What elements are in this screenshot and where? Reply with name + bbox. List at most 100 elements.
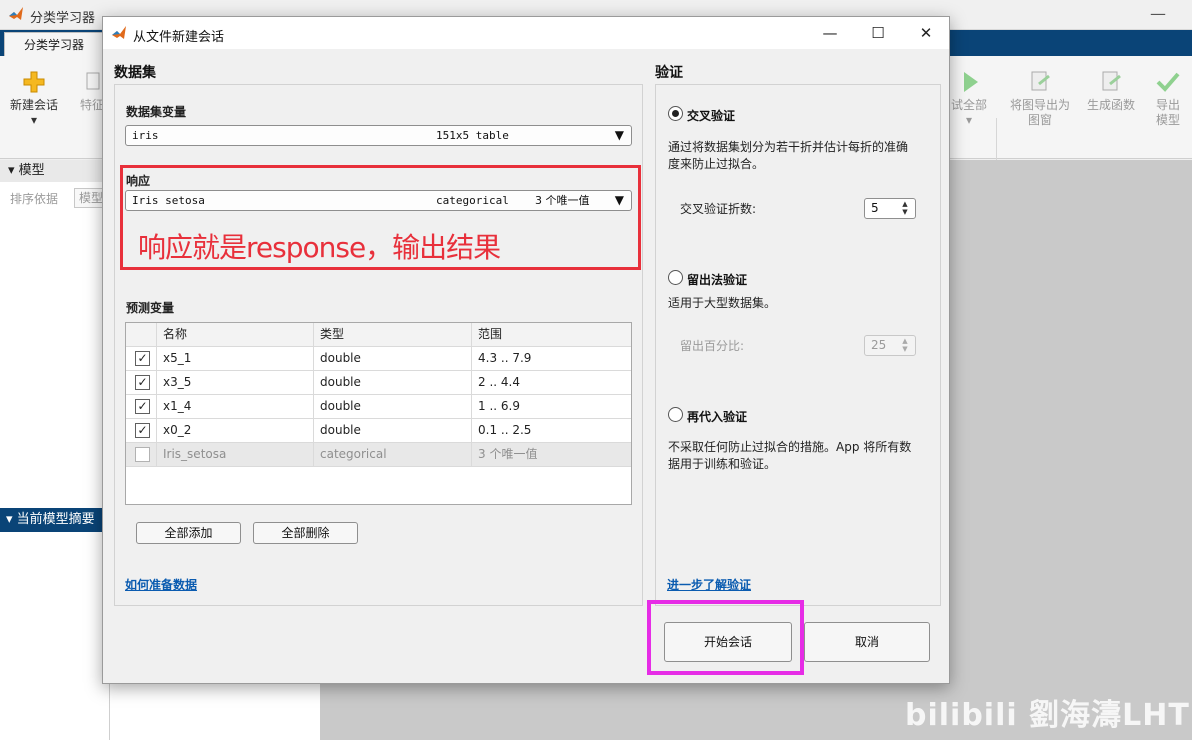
minimize-button[interactable]: — (815, 23, 845, 43)
predictor-type: categorical (314, 443, 472, 466)
holdout-pct-label: 留出百分比: (680, 339, 745, 353)
dataset-variable-label: 数据集变量 (126, 105, 187, 119)
dataset-info: 151x5 table (436, 129, 509, 142)
predictor-checkbox[interactable]: ✓ (135, 423, 150, 438)
watermark: bilibili 劉海濤LHT (905, 698, 1190, 733)
start-highlight-box (647, 600, 804, 675)
prepare-data-link[interactable]: 如何准备数据 (125, 576, 197, 593)
resubstitution-radio[interactable] (668, 407, 683, 422)
column-header-range[interactable]: 范围 (472, 323, 631, 346)
spinner-arrows-icon: ▲ ▼ (902, 337, 908, 353)
tab-classification-learner[interactable]: 分类学习器 (4, 32, 104, 58)
predictor-checkbox[interactable]: ✓ (135, 351, 150, 366)
predictor-checkbox[interactable]: ✓ (135, 375, 150, 390)
cv-folds-value: 5 (871, 201, 879, 215)
holdout-radio[interactable] (668, 270, 683, 285)
models-header-label: 模型 (18, 163, 45, 178)
resubstitution-description: 不采取任何防止过拟合的措施。App 将所有数据用于训练和验证。 (668, 440, 912, 471)
predictor-range: 1 .. 6.9 (478, 399, 520, 413)
holdout-pct-value: 25 (871, 338, 887, 352)
checkbox-column-header (126, 323, 157, 346)
app-title: 分类学习器 (30, 11, 96, 26)
predictor-checkbox[interactable]: ✓ (135, 399, 150, 414)
predictor-type: double (314, 371, 472, 394)
resubstitution-label: 再代入验证 (687, 410, 748, 424)
cross-validation-description: 通过将数据集划分为若干折并估计每折的准确度来防止过拟合。 (668, 140, 909, 171)
checkbox-cell: ✓ (126, 371, 157, 394)
holdout-label: 留出法验证 (687, 273, 748, 287)
dataset-header: 数据集 (114, 65, 156, 81)
dropdown-arrow-icon: ▾ (30, 113, 38, 127)
collapse-icon: ▾ (8, 163, 15, 178)
annotation-text: 响应就是response，输出结果 (138, 231, 501, 264)
predictor-name: x0_2 (157, 419, 314, 442)
column-header-name[interactable]: 名称 (157, 323, 314, 346)
table-row: ✓ x3_5 double 2 .. 4.4 (126, 371, 631, 395)
train-all-button[interactable]: 试全部 ▾ (948, 70, 990, 128)
add-all-button[interactable]: 全部添加 (136, 522, 241, 544)
dropdown-arrow-icon: ▾ (965, 113, 973, 127)
close-button[interactable]: ✕ (911, 23, 941, 43)
predictor-type: double (314, 419, 472, 442)
table-row: ✓ x0_2 double 0.1 .. 2.5 (126, 419, 631, 443)
matlab-logo-icon (9, 7, 23, 20)
predictor-type: double (314, 395, 472, 418)
holdout-pct-spinner: 25 ▲ ▼ (864, 335, 916, 356)
predictor-range: 3 个唯一值 (478, 447, 538, 461)
summary-header-label: 当前模型摘要 (16, 512, 95, 527)
checkmark-icon (1156, 72, 1180, 92)
dataset-variable-dropdown[interactable]: iris 151x5 table ▼ (125, 125, 632, 146)
generate-function-button[interactable]: 生成函数 (1082, 70, 1140, 113)
checkbox-cell: ✓ (126, 419, 157, 442)
table-row-disabled: Iris_setosa categorical 3 个唯一值 (126, 443, 631, 467)
table-row: ✓ x5_1 double 4.3 .. 7.9 (126, 347, 631, 371)
maximize-button[interactable]: ☐ (863, 23, 893, 43)
spinner-arrows-icon[interactable]: ▲ ▼ (897, 200, 913, 217)
predictor-name: x1_4 (157, 395, 314, 418)
cancel-button[interactable]: 取消 (804, 622, 930, 662)
summary-panel-header[interactable]: ▾ 当前模型摘要 (0, 508, 110, 532)
cross-validation-label: 交叉验证 (687, 109, 736, 123)
collapse-icon: ▾ (6, 512, 13, 527)
predictor-range: 4.3 .. 7.9 (478, 351, 532, 365)
new-session-button[interactable]: 新建会话 ▾ (4, 70, 64, 128)
predictors-table: 名称 类型 范围 ✓ x5_1 double 4.3 .. 7.9 ✓ x3_5… (125, 322, 632, 505)
models-panel-header[interactable]: ▾ 模型 (0, 160, 110, 182)
predictor-checkbox (135, 447, 150, 462)
generate-function-icon (1102, 71, 1121, 91)
export-plot-label: 将图导出为图窗 (1009, 98, 1070, 127)
train-all-label: 试全部 (950, 98, 987, 112)
table-row: ✓ x1_4 double 1 .. 6.9 (126, 395, 631, 419)
feature-label: 特征 (79, 98, 104, 112)
predictor-type: double (314, 347, 472, 370)
checkbox-cell: ✓ (126, 347, 157, 370)
app-minimize-button[interactable]: — (1150, 4, 1166, 23)
export-model-button[interactable]: 导出模型 (1144, 70, 1192, 128)
export-plot-icon (1031, 71, 1050, 91)
play-icon (964, 72, 978, 92)
predictor-name: x3_5 (157, 371, 314, 394)
predictor-name: x5_1 (157, 347, 314, 370)
validation-header: 验证 (655, 65, 683, 81)
dropdown-arrow-icon: ▼ (614, 128, 624, 142)
cv-folds-spinner[interactable]: 5 ▲ ▼ (864, 198, 916, 219)
dialog-titlebar: 从文件新建会话 — ☐ ✕ (103, 17, 949, 49)
dataset-name: iris (132, 129, 159, 142)
export-model-label: 导出模型 (1155, 98, 1180, 127)
checkbox-cell (126, 443, 157, 466)
cross-validation-radio[interactable] (668, 106, 683, 121)
plus-icon (23, 71, 45, 93)
predictors-label: 预测变量 (126, 301, 175, 315)
generate-function-label: 生成函数 (1086, 98, 1135, 112)
new-session-label: 新建会话 (9, 98, 58, 112)
cv-folds-label: 交叉验证折数: (680, 202, 757, 216)
learn-more-link[interactable]: 进一步了解验证 (667, 576, 751, 593)
predictor-range: 2 .. 4.4 (478, 375, 520, 389)
export-plot-button[interactable]: 将图导出为图窗 (1004, 70, 1076, 128)
remove-all-button[interactable]: 全部删除 (253, 522, 358, 544)
checkbox-cell: ✓ (126, 395, 157, 418)
dialog-title: 从文件新建会话 (133, 30, 225, 45)
predictor-name: Iris_setosa (157, 443, 314, 466)
column-header-type[interactable]: 类型 (314, 323, 472, 346)
left-panel: ▾ 模型 排序依据 模型 ▾ 当前模型摘要 (0, 160, 114, 740)
